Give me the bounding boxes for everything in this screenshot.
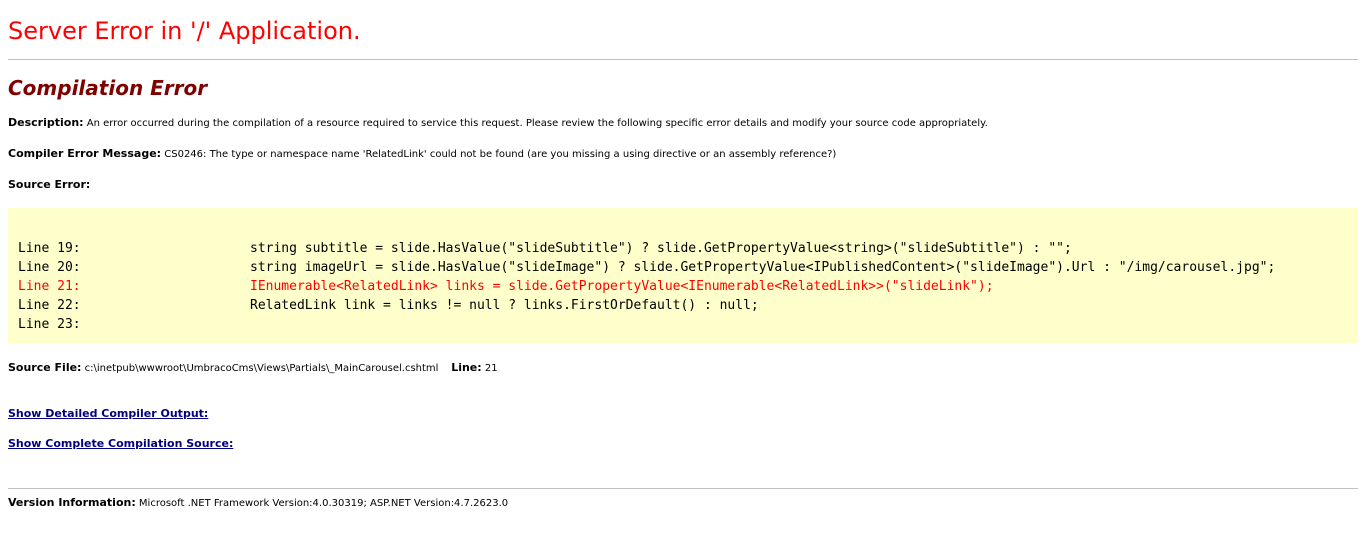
line-number: Line 23:	[18, 317, 81, 332]
source-error-label: Source Error:	[8, 178, 91, 191]
code-line-22: Line 22: RelatedLink link = links != null…	[18, 297, 759, 315]
error-subtitle: Compilation Error	[8, 76, 208, 100]
line-number: Line 22:	[18, 298, 81, 313]
source-file-row: Source File: c:\inetpub\wwwroot\UmbracoC…	[8, 361, 498, 376]
show-detailed-compiler-output-link[interactable]: Show Detailed Compiler Output:	[8, 407, 208, 420]
description-label: Description:	[8, 116, 84, 129]
source-file-label: Source File:	[8, 361, 82, 374]
version-label: Version Information:	[8, 496, 136, 509]
show-complete-compilation-source-link[interactable]: Show Complete Compilation Source:	[8, 437, 233, 450]
code-line-23: Line 23:	[18, 316, 250, 334]
description-row: Description: An error occurred during th…	[8, 116, 988, 131]
line-label: Line:	[451, 361, 482, 374]
compiler-error-label: Compiler Error Message:	[8, 147, 162, 160]
code-line-20: Line 20: string imageUrl = slide.HasValue…	[18, 259, 1275, 277]
code-line-19: Line 19: string subtitle = slide.HasValue…	[18, 240, 1072, 258]
page-title: Server Error in '/' Application.	[8, 17, 361, 45]
line-number: Line 20:	[18, 260, 81, 275]
source-code-block: Line 19: string subtitle = slide.HasValue…	[8, 208, 1358, 343]
code-text: string imageUrl = slide.HasValue("slideI…	[250, 260, 1276, 275]
code-text: IEnumerable<RelatedLink> links = slide.G…	[250, 279, 994, 294]
code-line-21-error: Line 21: IEnumerable<RelatedLink> links =…	[18, 278, 994, 296]
source-error-row: Source Error:	[8, 178, 90, 193]
footer-divider	[8, 488, 1358, 489]
version-text: Microsoft .NET Framework Version:4.0.303…	[138, 498, 509, 509]
compiler-error-row: Compiler Error Message: CS0246: The type…	[8, 147, 836, 162]
code-text: RelatedLink link = links != null ? links…	[250, 298, 759, 313]
line-value: 21	[484, 363, 498, 374]
source-file-path: c:\inetpub\wwwroot\UmbracoCms\Views\Part…	[84, 363, 439, 374]
title-divider	[8, 59, 1358, 60]
compiler-error-text: CS0246: The type or namespace name 'Rela…	[164, 149, 837, 160]
description-text: An error occurred during the compilation…	[86, 118, 988, 129]
line-number: Line 19:	[18, 241, 81, 256]
line-number: Line 21:	[18, 279, 81, 294]
code-text: string subtitle = slide.HasValue("slideS…	[250, 241, 1072, 256]
version-row: Version Information: Microsoft .NET Fram…	[8, 496, 508, 511]
